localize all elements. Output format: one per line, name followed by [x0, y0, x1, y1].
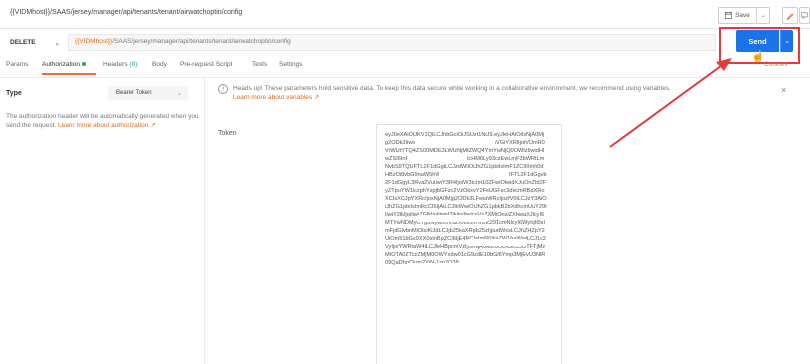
annotation-arrow [609, 58, 732, 148]
